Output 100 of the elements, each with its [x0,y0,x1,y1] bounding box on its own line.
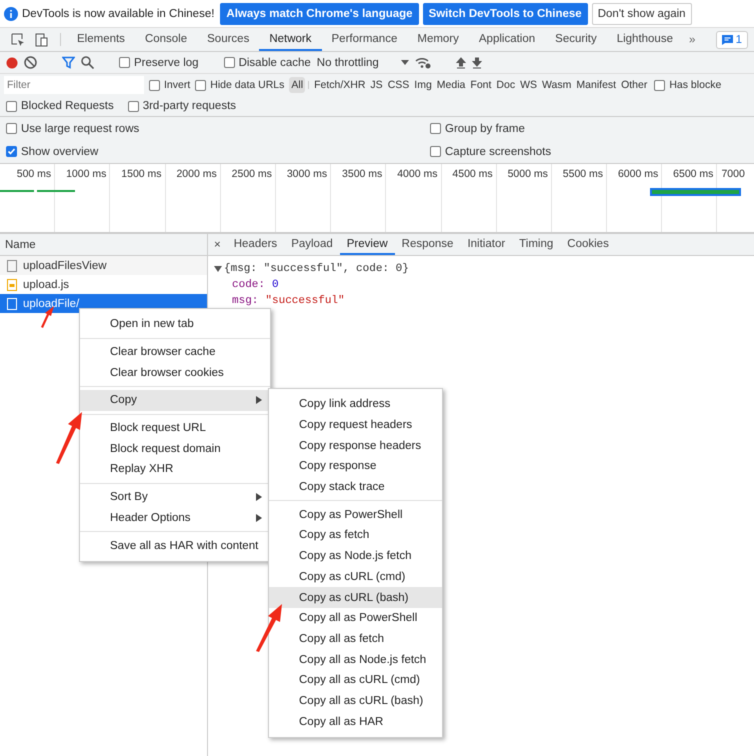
menu-item[interactable]: Copy all as HAR [269,711,442,732]
type-filter[interactable]: Doc [494,77,518,93]
timeline-tick: 4000 ms [386,164,442,232]
column-header[interactable]: Name [0,234,207,256]
menu-item[interactable]: Sort By [80,486,270,508]
type-filter[interactable]: Manifest [574,77,618,93]
menu-item[interactable]: Copy as cURL (cmd) [269,566,442,588]
checkbox[interactable] [6,146,17,157]
type-filter[interactable]: WS [518,77,540,93]
menu-item[interactable]: Copy all as fetch [269,628,442,650]
filter-icon[interactable] [62,56,75,69]
script-file-icon [7,278,17,290]
checkbox[interactable] [6,123,17,134]
request-row[interactable]: uploadFilesView [0,256,207,275]
menu-item[interactable]: Copy response [269,456,442,477]
type-filter[interactable]: JS [368,77,385,93]
menu-item[interactable]: Open in new tab [80,314,270,335]
checkbox[interactable] [430,146,441,157]
upload-icon[interactable] [456,56,466,68]
type-filter[interactable]: Wasm [540,77,574,93]
menu-item[interactable]: Replay XHR [80,459,270,480]
type-filter[interactable]: Fetch/XHR [312,77,368,93]
type-filter[interactable]: Other [619,77,650,93]
checkbox[interactable] [195,80,206,90]
checkbox[interactable] [6,100,17,112]
menu-item[interactable]: Clear browser cookies [80,362,270,384]
checkbox[interactable] [224,57,235,68]
more-tabs-button[interactable]: » [682,28,702,51]
checkbox[interactable] [119,57,130,68]
menu-item[interactable]: Copy all as cURL (cmd) [269,670,442,691]
infobar-button[interactable]: Don't show again [592,2,692,24]
panel-tab[interactable]: Performance [322,28,408,51]
infobar-button[interactable]: Always match Chrome's language [220,2,419,24]
detail-tab[interactable]: Cookies [560,234,616,255]
issues-badge[interactable]: 1 [716,30,748,48]
timeline-tick: 4500 ms [442,164,497,232]
annotation-arrow [256,604,282,652]
checkbox-label: Preserve log [134,56,199,68]
request-name: uploadFilesView [23,260,107,272]
detail-tab[interactable]: Timing [512,234,560,255]
detail-tab[interactable]: Preview [340,234,395,255]
checkbox[interactable] [128,100,139,112]
infobar-button[interactable]: Switch DevTools to Chinese [422,2,588,24]
type-filter[interactable]: Font [468,77,494,93]
record-icon[interactable] [6,56,18,68]
timeline-tick: 5000 ms [496,164,552,232]
detail-tab[interactable]: Initiator [460,234,512,255]
menu-item[interactable]: Copy response headers [269,435,442,456]
download-icon[interactable] [472,56,482,68]
menu-item[interactable]: Save all as HAR with content [80,535,270,556]
inspect-icon[interactable] [11,32,25,46]
panel-tab[interactable]: Console [134,28,198,51]
menu-item[interactable]: Copy as PowerShell [269,504,442,526]
checkbox-label: Capture screenshots [445,146,552,158]
menu-item[interactable]: Copy all as cURL (bash) [269,690,442,712]
throttling-select[interactable]: No throttling [316,56,379,68]
caret-icon [400,60,409,65]
type-filter[interactable]: Media [434,77,468,93]
checkbox-label: Show overview [21,146,98,158]
panel-tab[interactable]: Sources [197,28,260,51]
menu-item[interactable]: Block request URL [80,418,270,438]
type-filter[interactable]: Img [412,77,434,93]
detail-tab[interactable]: Response [394,234,460,255]
panel-tab[interactable]: Application [468,28,546,51]
panel-tab[interactable]: Security [545,28,607,51]
menu-item[interactable]: Copy all as PowerShell [269,608,442,629]
menu-item[interactable]: Clear browser cache [80,342,270,362]
menu-item[interactable]: Copy all as Node.js fetch [269,649,442,670]
menu-item[interactable]: Copy link address [269,394,442,415]
menu-item[interactable]: Copy stack trace [269,476,442,498]
menu-item[interactable]: Copy [80,390,270,411]
type-filter[interactable]: All [289,77,306,93]
clear-icon[interactable] [24,56,37,69]
menu-item[interactable]: Header Options [80,508,270,528]
wifi-settings-icon[interactable] [414,56,431,69]
timeline-tick: 5500 ms [552,164,608,232]
checkbox-label: Disable cache [238,56,311,68]
menu-item[interactable]: Copy as cURL (bash) [269,587,442,608]
search-icon[interactable] [81,56,94,69]
menu-item[interactable]: Block request domain [80,438,270,460]
menu-item[interactable]: Copy request headers [269,414,442,436]
panel-tab[interactable]: Elements [67,28,135,51]
checkbox[interactable] [654,80,666,90]
close-button[interactable]: × [214,234,227,255]
json-property: code: 0 [231,278,280,293]
detail-tab[interactable]: Payload [284,234,340,255]
type-filter[interactable]: CSS [386,77,412,93]
checkbox[interactable] [430,123,441,134]
detail-tab[interactable]: Headers [226,234,284,255]
request-name: uploadFile/ [23,298,80,310]
filter-field[interactable]: Filter [4,76,144,94]
menu-item[interactable]: Copy as fetch [269,525,442,546]
panel-tab[interactable]: Lighthouse [606,28,683,51]
menu-item[interactable]: Copy as Node.js fetch [269,546,442,566]
device-icon[interactable] [35,32,49,46]
checkbox[interactable] [149,80,160,90]
info-message: DevTools is now available in Chinese! [22,8,214,20]
document-icon [7,260,17,272]
expand-triangle-icon[interactable] [214,265,222,273]
panel-tab[interactable]: Memory [407,28,469,51]
